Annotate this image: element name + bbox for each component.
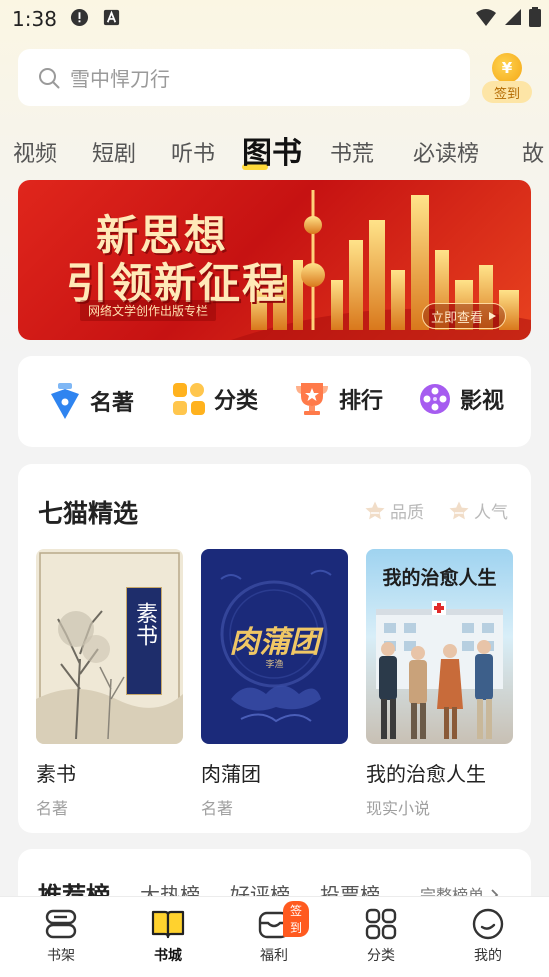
book-title-1: 素书 — [36, 762, 76, 786]
open-book-icon — [151, 910, 185, 939]
banner-view-label: 立即查看 — [430, 310, 483, 326]
cover-title-text: 我的治愈人生 — [382, 567, 497, 589]
book-category-3: 现实小说 — [366, 799, 431, 818]
star-icon — [365, 501, 385, 519]
banner-subtitle: 网络文学创作出版专栏 — [80, 300, 217, 321]
battery-icon — [529, 7, 541, 27]
book-category-2: 名著 — [201, 799, 234, 818]
nav-bookshelf-label: 书架 — [47, 948, 75, 964]
book-title-2: 肉蒲团 — [201, 762, 261, 786]
cover-author-text: 李渔 — [265, 660, 284, 670]
featured-title: 七猫精选 — [38, 499, 139, 528]
filter-quality[interactable]: 品质 — [364, 498, 424, 523]
filter-popularity[interactable]: 人气 — [448, 498, 508, 523]
tab-book-famine[interactable]: 书荒 — [330, 136, 374, 168]
coin-icon: ¥ — [492, 53, 522, 83]
nav-bookstore[interactable]: 书城 — [133, 907, 203, 965]
book-card-3[interactable]: 我的治愈人生 我的治愈人生 现实小说 — [366, 549, 513, 819]
nav-categories[interactable]: 分类 — [346, 907, 416, 965]
star-icon — [449, 501, 469, 519]
filter-popularity-label: 人气 — [474, 503, 508, 523]
tab-must-read[interactable]: 必读榜 — [413, 136, 479, 168]
play-arrow-icon — [489, 312, 496, 320]
tab-short-drama[interactable]: 短剧 — [92, 136, 136, 168]
alert-icon — [70, 8, 89, 27]
filter-quality-label: 品质 — [390, 503, 424, 523]
bookshelf-icon — [45, 909, 77, 939]
search-placeholder: 雪中悍刀行 — [70, 67, 170, 91]
featured-card: 七猫精选 品质 人气 素书 素书 名著 肉蒲团 李渔 肉蒲团 名著 我的治愈人生… — [18, 464, 531, 833]
trophy-icon — [296, 383, 328, 415]
app-notification-icon — [103, 9, 120, 26]
nav-categories-label: 分类 — [367, 948, 395, 964]
system-icons — [475, 7, 541, 27]
book-cover-1: 素书 — [36, 549, 183, 744]
pen-nib-icon — [51, 383, 79, 419]
cover-title-text: 素书 — [132, 602, 157, 646]
book-cover-2: 肉蒲团 李渔 — [201, 549, 348, 744]
cover-title-plate: 素书 — [126, 587, 162, 695]
category-grid-icon — [365, 908, 397, 940]
nav-bookshelf[interactable]: 书架 — [26, 907, 96, 965]
checkin-label: 签到 — [482, 81, 532, 103]
cover-title-text: 肉蒲团 — [229, 625, 320, 660]
signal-icon — [505, 9, 521, 25]
nav-profile[interactable]: 我的 — [453, 907, 523, 965]
checkin-button[interactable]: ¥ 签到 — [482, 50, 532, 104]
checkin-badge: 签到 — [283, 901, 309, 937]
book-card-1[interactable]: 素书 素书 名著 — [36, 549, 183, 819]
shortcut-classics[interactable]: 名著 — [48, 382, 134, 420]
shortcut-rankings[interactable]: 排行 — [293, 382, 383, 416]
nav-benefits-label: 福利 — [260, 948, 288, 964]
shortcut-film-tv-label: 影视 — [460, 389, 505, 414]
tab-audiobook[interactable]: 听书 — [171, 136, 215, 168]
search-icon — [39, 67, 60, 88]
shortcut-classics-label: 名著 — [90, 391, 135, 416]
status-bar: 1:38 — [0, 0, 549, 38]
book-cover-3: 我的治愈人生 — [366, 549, 513, 744]
nav-bookstore-label: 书城 — [154, 948, 182, 964]
wifi-icon — [476, 9, 496, 26]
tab-books[interactable]: 图书 — [242, 128, 302, 172]
nav-benefits[interactable]: 签到 福利 — [239, 901, 309, 965]
status-time: 1:38 — [12, 7, 57, 31]
search-bar[interactable]: 雪中悍刀行 — [18, 49, 470, 106]
bottom-navigation: 书架 书城 签到 福利 分类 我的 — [0, 896, 549, 977]
tab-books-label: 图书 — [242, 136, 302, 171]
tab-story-partial[interactable]: 故 — [522, 136, 544, 168]
category-tabs: 视频 短剧 听书 图书 书荒 必读榜 故 — [0, 124, 549, 176]
banner-view-button[interactable]: 立即查看 — [422, 303, 506, 329]
book-card-2[interactable]: 肉蒲团 李渔 肉蒲团 名著 — [201, 549, 348, 819]
shortcut-panel: 名著 分类 排行 影视 — [18, 356, 531, 447]
film-reel-icon — [420, 384, 450, 414]
shortcut-rankings-label: 排行 — [339, 389, 384, 414]
nav-profile-label: 我的 — [474, 948, 502, 964]
tab-video[interactable]: 视频 — [13, 136, 57, 168]
grid-icon — [173, 383, 205, 415]
shortcut-categories[interactable]: 分类 — [172, 382, 258, 416]
smiley-icon — [472, 908, 504, 940]
book-category-1: 名著 — [36, 799, 69, 818]
shortcut-film-tv[interactable]: 影视 — [418, 382, 504, 416]
shortcut-categories-label: 分类 — [214, 389, 259, 414]
promo-banner[interactable]: 新思想 引领新征程 网络文学创作出版专栏 立即查看 — [18, 180, 531, 340]
book-title-3: 我的治愈人生 — [366, 762, 486, 786]
